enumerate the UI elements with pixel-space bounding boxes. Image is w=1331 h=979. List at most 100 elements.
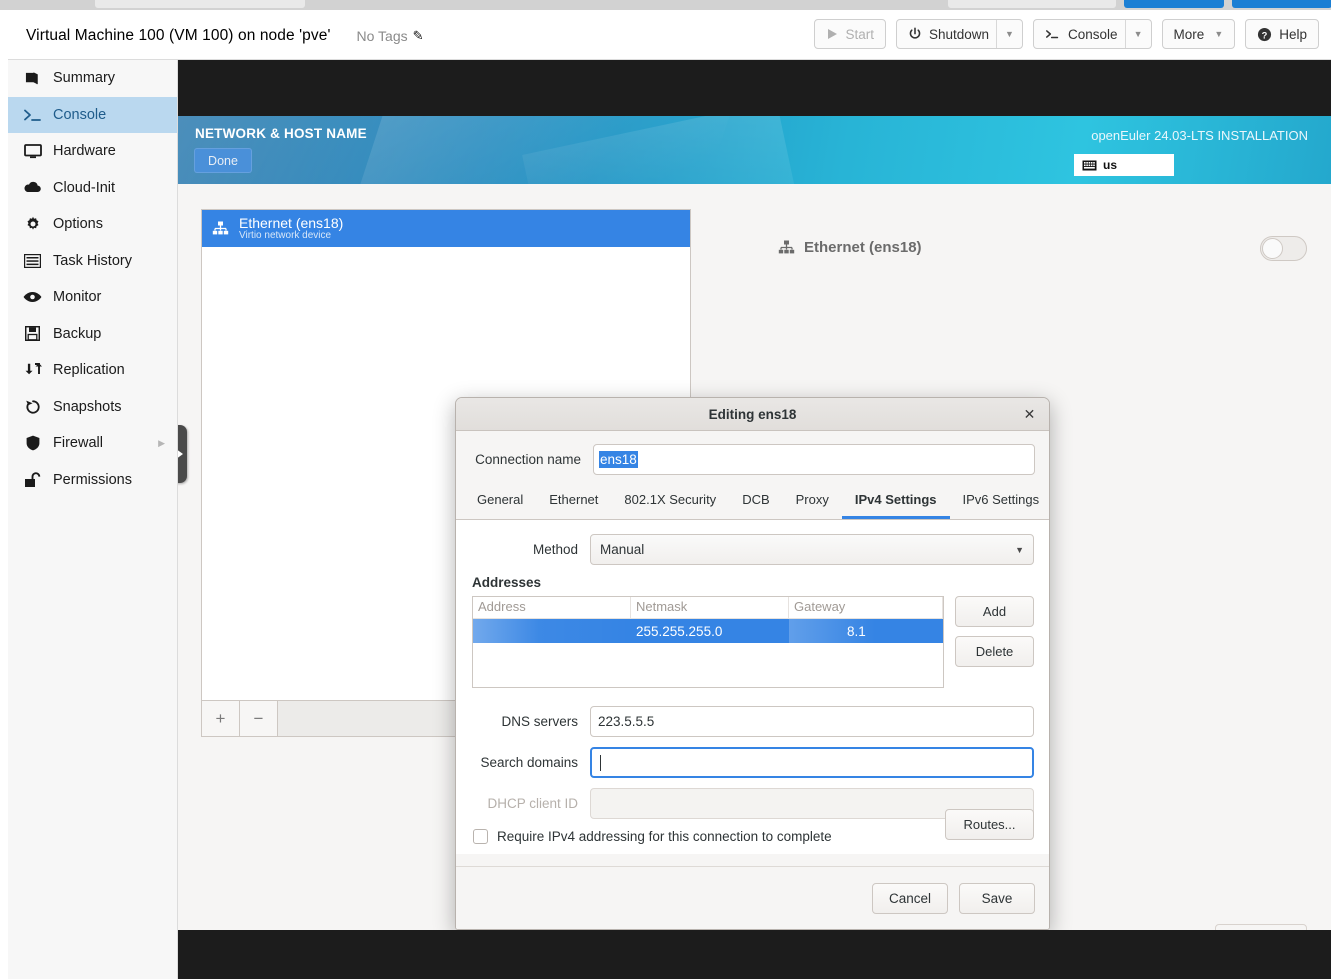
chevron-down-icon: ▼: [1214, 29, 1223, 39]
connection-name-value: ens18: [599, 451, 638, 468]
list-item[interactable]: Ethernet (ens18) Virtio network device: [202, 210, 690, 247]
tab-ipv4-settings[interactable]: IPv4 Settings: [842, 485, 950, 519]
close-icon[interactable]: ✕: [1021, 406, 1038, 423]
search-domains-input[interactable]: [590, 747, 1034, 778]
chrome-tab-fragment: [1124, 0, 1224, 8]
vm-sidebar: Summary Console Hardware: [8, 60, 178, 979]
sidebar-item-options[interactable]: Options: [8, 206, 177, 243]
tab-proxy[interactable]: Proxy: [783, 485, 842, 519]
anaconda-installer: NETWORK & HOST NAME Done openEuler 24.03…: [178, 116, 1331, 930]
nic-detail-title-row: Ethernet (ens18): [778, 239, 922, 256]
power-icon: [908, 27, 922, 41]
add-device-button[interactable]: +: [202, 701, 240, 736]
installer-body: Ethernet (ens18) Virtio network device +…: [178, 184, 1331, 930]
tags-label: No Tags: [357, 28, 408, 44]
sidebar-item-console[interactable]: Console: [8, 97, 177, 134]
dns-input[interactable]: 223.5.5.5: [590, 706, 1034, 737]
search-domains-row: Search domains: [456, 747, 1034, 778]
sidebar-item-summary[interactable]: Summary: [8, 60, 177, 97]
require-ipv4-checkbox[interactable]: [473, 829, 488, 844]
terminal-icon: [23, 108, 42, 122]
sidebar-item-task-history[interactable]: Task History: [8, 243, 177, 280]
sidebar-item-snapshots[interactable]: Snapshots: [8, 389, 177, 426]
proxmox-app: Virtual Machine 100 (VM 100) on node 'pv…: [0, 10, 1331, 979]
chevron-right-icon: ▶: [158, 438, 165, 449]
connection-name-input[interactable]: ens18: [593, 444, 1035, 475]
column-header-address: Address: [473, 597, 631, 619]
dns-row: DNS servers 223.5.5.5: [456, 706, 1034, 737]
shutdown-button[interactable]: Shutdown ▼: [896, 19, 1023, 49]
chevron-down-icon: ▼: [1015, 545, 1024, 555]
browser-chrome-strip: [0, 0, 1331, 10]
help-button[interactable]: ? Help: [1245, 19, 1319, 49]
done-button[interactable]: Done: [194, 148, 252, 173]
toggle-knob: [1262, 238, 1283, 259]
tab-ipv6-settings[interactable]: IPv6 Settings: [950, 485, 1050, 519]
dialog-tabs: General Ethernet 802.1X Security DCB Pro…: [456, 485, 1049, 520]
delete-address-button[interactable]: Delete: [955, 636, 1034, 667]
cell-netmask[interactable]: 255.255.255.0: [631, 619, 789, 643]
save-button[interactable]: Save: [959, 883, 1035, 914]
addresses-heading: Addresses: [472, 575, 1034, 590]
unlock-icon: [23, 472, 42, 488]
gear-icon: [23, 216, 42, 232]
cell-address[interactable]: [473, 619, 631, 643]
cancel-button[interactable]: Cancel: [872, 883, 948, 914]
monitor-icon: [23, 144, 42, 159]
addresses-table[interactable]: Address Netmask Gateway 255.255.255.0 8.…: [472, 596, 944, 688]
keyboard-layout-label: us: [1103, 158, 1117, 172]
triangle-right-icon: [178, 449, 183, 459]
sidebar-item-label: Summary: [53, 70, 115, 86]
sidebar-collapse-handle[interactable]: [178, 425, 187, 483]
tab-ethernet[interactable]: Ethernet: [536, 485, 611, 519]
sidebar-item-label: Hardware: [53, 143, 116, 159]
start-button[interactable]: Start: [814, 19, 886, 49]
shutdown-dropdown-arrow[interactable]: ▼: [996, 20, 1022, 48]
sidebar-item-cloud-init[interactable]: Cloud-Init: [8, 170, 177, 207]
tab-dcb[interactable]: DCB: [729, 485, 782, 519]
sidebar-item-hardware[interactable]: Hardware: [8, 133, 177, 170]
nic-subtitle: Virtio network device: [239, 230, 343, 242]
nic-enable-toggle[interactable]: [1260, 236, 1307, 261]
sidebar-item-label: Replication: [53, 362, 125, 378]
column-header-netmask: Netmask: [631, 597, 789, 619]
terminal-icon: [1045, 28, 1061, 40]
console-dropdown-arrow[interactable]: ▼: [1125, 20, 1151, 48]
chrome-tab-fragment: [948, 0, 1116, 8]
vm-header-bar: Virtual Machine 100 (VM 100) on node 'pv…: [8, 12, 1331, 60]
vnc-console-viewport[interactable]: NETWORK & HOST NAME Done openEuler 24.03…: [178, 60, 1331, 979]
cell-gateway[interactable]: 8.1: [789, 619, 943, 643]
play-icon: [826, 28, 838, 40]
start-button-label: Start: [845, 27, 874, 42]
network-icon: [778, 240, 795, 255]
remove-device-button[interactable]: −: [240, 701, 278, 736]
sidebar-item-firewall[interactable]: Firewall ▶: [8, 425, 177, 462]
keyboard-layout-indicator[interactable]: us: [1074, 154, 1174, 176]
dialog-title: Editing ens18: [709, 407, 797, 422]
table-header-row: Address Netmask Gateway: [473, 597, 943, 619]
sidebar-item-monitor[interactable]: Monitor: [8, 279, 177, 316]
configure-button[interactable]: Configure...: [1215, 924, 1307, 930]
tags-area[interactable]: No Tags ✎: [357, 28, 424, 44]
list-icon: [23, 254, 42, 268]
pencil-icon[interactable]: ✎: [413, 28, 424, 44]
tab-general[interactable]: General: [464, 485, 536, 519]
table-row[interactable]: 255.255.255.0 8.1: [473, 619, 943, 643]
sidebar-item-permissions[interactable]: Permissions: [8, 462, 177, 499]
add-address-button[interactable]: Add: [955, 596, 1034, 627]
ipv4-settings-pane: Method Manual ▼ Addresses Address: [456, 520, 1049, 854]
connection-name-label: Connection name: [459, 452, 581, 467]
sidebar-item-label: Monitor: [53, 289, 101, 305]
cell-gateway-text: 8.1: [847, 624, 866, 639]
sidebar-item-replication[interactable]: Replication: [8, 352, 177, 389]
require-ipv4-label: Require IPv4 addressing for this connect…: [497, 829, 832, 844]
vm-toolbar: Start Shutdown ▼: [814, 19, 1319, 49]
routes-button[interactable]: Routes...: [945, 809, 1034, 840]
console-button[interactable]: Console ▼: [1033, 19, 1152, 49]
help-circle-icon: ?: [1257, 27, 1272, 42]
method-select[interactable]: Manual ▼: [590, 534, 1034, 565]
more-button-label: More: [1174, 27, 1205, 42]
tab-802-1x-security[interactable]: 802.1X Security: [611, 485, 729, 519]
more-button[interactable]: More ▼: [1162, 19, 1236, 49]
sidebar-item-backup[interactable]: Backup: [8, 316, 177, 353]
